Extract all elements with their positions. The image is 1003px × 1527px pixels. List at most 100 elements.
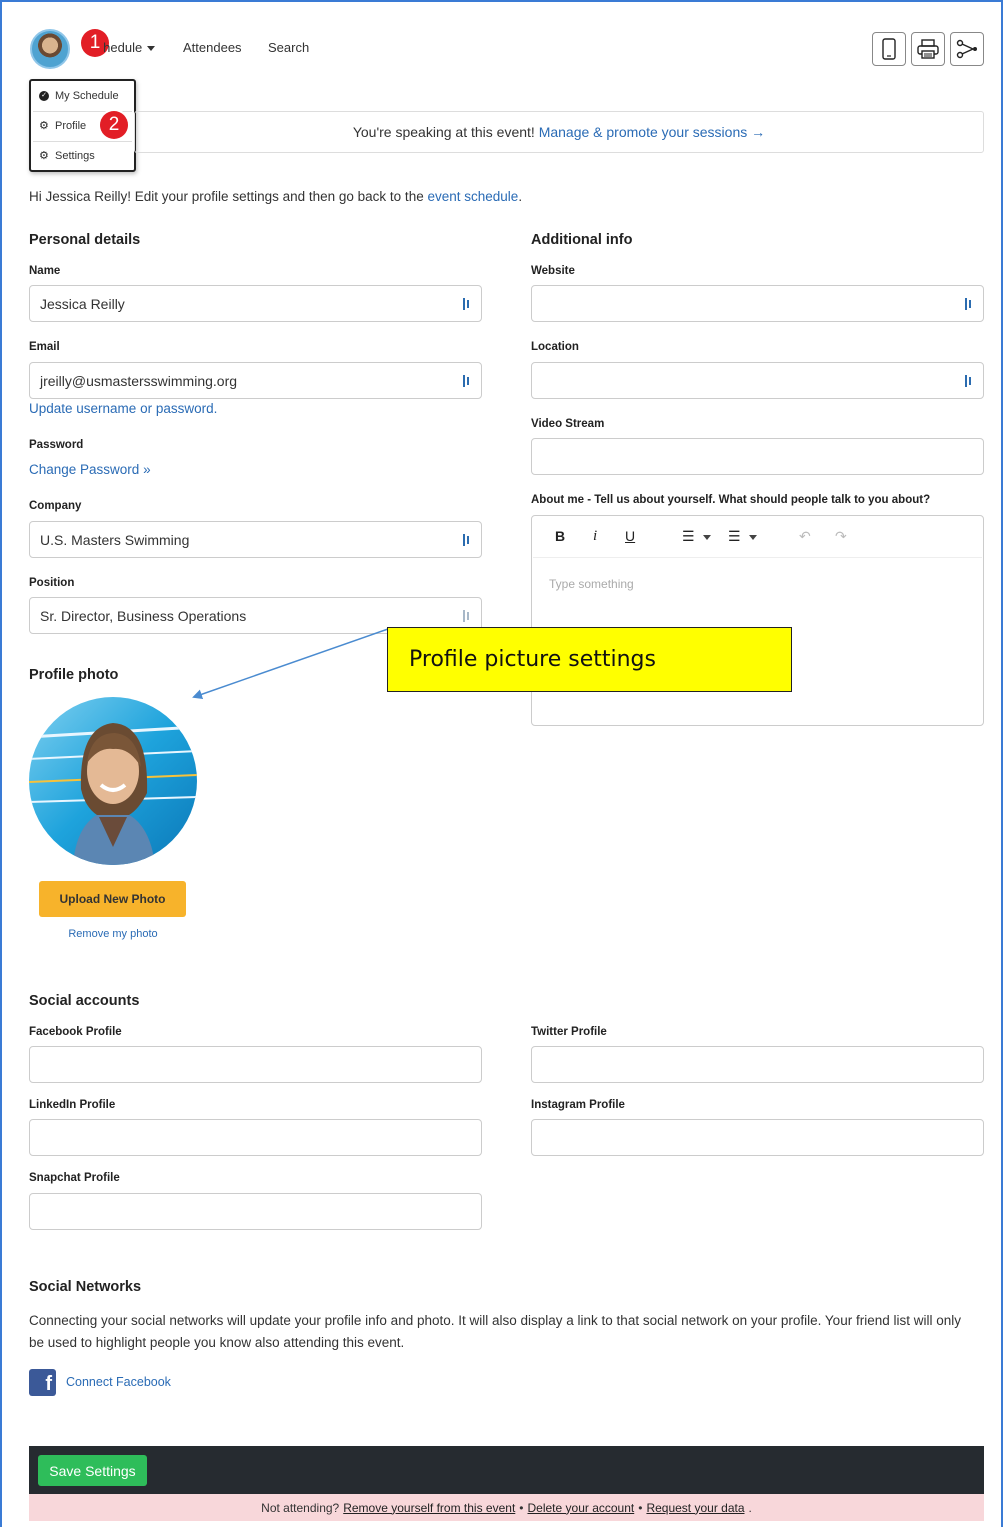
print-button[interactable] (911, 32, 945, 66)
notice-end: . (748, 1500, 752, 1515)
snapchat-profile-field[interactable] (29, 1193, 482, 1230)
undo-button[interactable]: ↶ (799, 528, 811, 545)
menu-item-profile[interactable]: ⚙ Profile (39, 120, 86, 132)
facebook-icon[interactable]: f (29, 1369, 56, 1396)
location-field[interactable] (531, 362, 984, 399)
update-username-link[interactable]: Update username or password. (29, 401, 217, 416)
facebook-profile-field[interactable] (29, 1046, 482, 1083)
printer-icon (917, 39, 939, 59)
profile-photo-title: Profile photo (29, 667, 119, 683)
connect-facebook-link[interactable]: Connect Facebook (66, 1375, 171, 1389)
additional-info-title: Additional info (531, 232, 633, 248)
autofill-icon (463, 297, 471, 310)
email-value: jreilly@usmastersswimming.org (40, 372, 238, 389)
bold-button[interactable]: B (555, 528, 565, 544)
request-data-link[interactable]: Request your data (646, 1501, 744, 1515)
separator-dot: • (519, 1500, 524, 1515)
share-icon (956, 39, 977, 59)
check-circle-icon: ✓ (39, 91, 49, 101)
name-value: Jessica Reilly (40, 295, 125, 312)
step-badge-2: 2 (100, 111, 128, 139)
position-label: Position (29, 577, 75, 589)
intro-text: Hi Jessica Reilly! Edit your profile set… (29, 189, 522, 204)
profile-photo-image (29, 697, 197, 865)
autofill-icon (463, 374, 471, 387)
share-button[interactable] (950, 32, 984, 66)
twitter-profile-field[interactable] (531, 1046, 984, 1083)
menu-item-label: My Schedule (55, 90, 119, 102)
personal-details-title: Personal details (29, 232, 141, 248)
gear-icon: ⚙ (39, 150, 49, 162)
bullet-list-button[interactable]: ☰ (728, 528, 757, 545)
location-label: Location (531, 341, 579, 353)
linkedin-profile-field[interactable] (29, 1119, 482, 1156)
website-field[interactable] (531, 285, 984, 322)
change-password-link[interactable]: Change Password » (29, 462, 151, 477)
redo-icon: ↷ (835, 528, 847, 544)
redo-button[interactable]: ↷ (835, 528, 847, 545)
menu-item-label: Settings (55, 150, 95, 162)
manage-sessions-link[interactable]: Manage & promote your sessions → (539, 124, 765, 140)
delete-account-link[interactable]: Delete your account (528, 1501, 635, 1515)
autofill-icon (965, 297, 973, 310)
callout-arrow (192, 628, 389, 700)
editor-placeholder: Type something (549, 577, 634, 591)
email-field[interactable]: jreilly@usmastersswimming.org (29, 362, 482, 399)
nav-search[interactable]: Search (268, 40, 309, 55)
separator-dot: • (638, 1500, 643, 1515)
menu-item-settings[interactable]: ⚙ Settings (39, 150, 95, 162)
banner-text: You're speaking at this event! (352, 124, 535, 140)
video-stream-field[interactable] (531, 438, 984, 475)
menu-item-my-schedule[interactable]: ✓ My Schedule (39, 90, 119, 102)
save-settings-button[interactable]: Save Settings (38, 1455, 147, 1486)
annotation-callout: Profile picture settings (387, 627, 792, 692)
nav-schedule-label: Schedule (103, 40, 143, 55)
chevron-down-icon (702, 534, 711, 540)
menu-divider (33, 141, 132, 142)
twitter-label: Twitter Profile (531, 1026, 607, 1038)
editor-toolbar: B i U ☰ ☰ ↶ ↷ (533, 516, 982, 558)
about-me-editor[interactable]: B i U ☰ ☰ ↶ ↷ Type something (531, 515, 984, 726)
upload-photo-button[interactable]: Upload New Photo (39, 881, 186, 917)
mobile-view-button[interactable] (872, 32, 906, 66)
snapchat-label: Snapchat Profile (29, 1172, 120, 1184)
underline-button[interactable]: U (625, 528, 635, 544)
email-label: Email (29, 341, 60, 353)
phone-icon (882, 38, 896, 60)
autofill-icon (463, 609, 471, 622)
social-accounts-title: Social accounts (29, 993, 140, 1009)
social-networks-description: Connecting your social networks will upd… (29, 1313, 961, 1350)
instagram-label: Instagram Profile (531, 1099, 625, 1111)
company-label: Company (29, 500, 82, 512)
profile-photo (29, 697, 197, 865)
intro-text-after: . (518, 189, 523, 204)
ordered-list-button[interactable]: ☰ (682, 528, 711, 545)
nav-schedule[interactable]: Schedule (86, 40, 156, 55)
instagram-profile-field[interactable] (531, 1119, 984, 1156)
gear-icon: ⚙ (39, 120, 49, 132)
autofill-icon (965, 374, 973, 387)
intro-text-before: Hi Jessica Reilly! Edit your profile set… (29, 189, 424, 204)
user-avatar[interactable] (30, 29, 70, 69)
nav-attendees[interactable]: Attendees (183, 40, 242, 55)
chevron-down-icon (748, 534, 757, 540)
linkedin-label: LinkedIn Profile (29, 1099, 116, 1111)
remove-from-event-link[interactable]: Remove yourself from this event (343, 1501, 515, 1515)
social-networks-title: Social Networks (29, 1279, 142, 1295)
menu-item-label: Profile (55, 120, 87, 132)
bullet-list-icon: ☰ (728, 528, 741, 544)
remove-photo-link[interactable]: Remove my photo (29, 928, 197, 940)
not-attending-text: Not attending? (261, 1500, 340, 1515)
attendance-notice: Not attending? Remove yourself from this… (29, 1494, 984, 1521)
italic-button[interactable]: i (593, 528, 597, 545)
speaker-banner: You're speaking at this event! Manage & … (134, 111, 984, 153)
name-label: Name (29, 265, 61, 277)
company-field[interactable]: U.S. Masters Swimming (29, 521, 482, 558)
video-stream-label: Video Stream (531, 418, 605, 430)
autofill-icon (463, 533, 471, 546)
facebook-label: Facebook Profile (29, 1026, 122, 1038)
save-bar (29, 1446, 984, 1494)
event-schedule-link[interactable]: event schedule (427, 189, 518, 204)
undo-icon: ↶ (799, 528, 811, 544)
name-field[interactable]: Jessica Reilly (29, 285, 482, 322)
